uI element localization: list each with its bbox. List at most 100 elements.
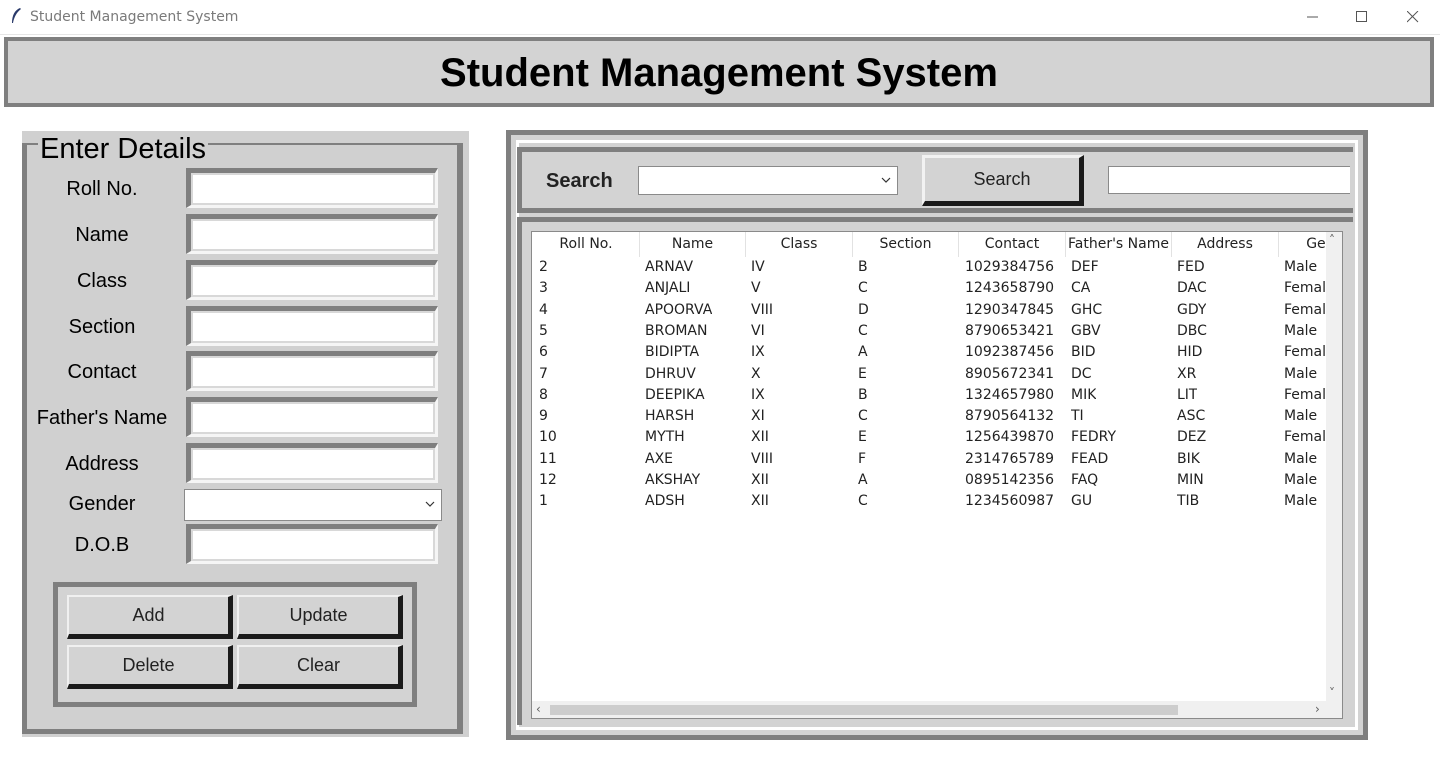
table-row[interactable]: 10 MYTH XII E 1256439870 FEDRY DEZ Female	[533, 427, 1327, 448]
table-cell: Female	[1284, 429, 1327, 446]
table-row[interactable]: 7 DHRUV X E 8905672341 DC XR Male	[533, 364, 1327, 385]
table-row[interactable]: 5 BROMAN VI C 8790653421 GBV DBC Male	[533, 321, 1327, 342]
table-cell: AKSHAY	[645, 472, 701, 488]
table-row[interactable]: 6 BIDIPTA IX A 1092387456 BID HID Female	[533, 342, 1327, 363]
table-cell: MIK	[1071, 386, 1097, 403]
table-cell: 0895142356	[965, 472, 1055, 488]
table-row[interactable]: 2 ARNAV IV B 1029384756 DEF FED Male	[533, 257, 1327, 278]
table-row[interactable]: 3 ANJALI V C 1243658790 CA DAC Female	[533, 278, 1327, 299]
table-row[interactable]: 1 ADSH XII C 1234560987 GU TIB Male	[533, 491, 1327, 512]
column-header-address[interactable]: Address	[1172, 232, 1279, 257]
table-row[interactable]: 9 HARSH XI C 8790564132 TI ASC Male	[533, 406, 1327, 427]
close-button[interactable]	[1390, 0, 1436, 34]
table-cell: AXE	[645, 450, 674, 467]
table-cell: VIII	[751, 301, 773, 318]
contact-label: Contact	[67, 361, 137, 383]
horizontal-scroll-thumb[interactable]	[550, 705, 1178, 715]
maximize-icon	[1356, 11, 1367, 22]
table-cell: VIII	[751, 450, 773, 467]
table-cell: XI	[751, 408, 765, 425]
table-cell: DHRUV	[645, 365, 696, 382]
column-header-fathers-name[interactable]: Father's Name	[1066, 232, 1172, 257]
scroll-up-icon[interactable]: ˄	[1329, 233, 1335, 247]
contact-input[interactable]	[186, 351, 438, 391]
gender-select[interactable]	[184, 489, 442, 521]
table-cell: 2314765789	[965, 450, 1055, 467]
student-table[interactable]: Roll No. Name Class Section Contact Fath…	[531, 231, 1343, 719]
chevron-down-icon	[425, 501, 435, 507]
column-header-gender[interactable]: Gender	[1279, 232, 1327, 257]
table-row[interactable]: 8 DEEPIKA IX B 1324657980 MIK LIT Female	[533, 385, 1327, 406]
table-row[interactable]: 12 AKSHAY XII A 0895142356 FAQ MIN Male	[533, 470, 1327, 491]
search-button[interactable]: Search	[922, 155, 1084, 206]
roll-no-label: Roll No.	[66, 178, 138, 200]
table-cell: LIT	[1177, 386, 1198, 403]
table-cell: FAQ	[1071, 472, 1099, 488]
section-label: Section	[68, 316, 136, 338]
add-button[interactable]: Add	[67, 595, 233, 639]
table-cell: XII	[751, 429, 769, 446]
delete-button[interactable]: Delete	[67, 645, 233, 689]
table-cell: D	[858, 301, 869, 318]
update-button[interactable]: Update	[237, 595, 403, 639]
table-row[interactable]: 11 AXE VIII F 2314765789 FEAD BIK Male	[533, 449, 1327, 470]
table-cell: Female	[1284, 386, 1327, 403]
window-title-bar: Student Management System	[0, 0, 1440, 35]
column-header-class[interactable]: Class	[746, 232, 853, 257]
table-cell: GHC	[1071, 301, 1103, 318]
scroll-down-icon[interactable]: ˅	[1329, 686, 1335, 700]
search-input[interactable]	[1108, 166, 1350, 194]
table-cell: XII	[751, 493, 769, 510]
scroll-left-icon[interactable]: ‹	[536, 702, 541, 716]
roll-no-input[interactable]	[186, 168, 438, 208]
table-cell: DEF	[1071, 259, 1099, 275]
details-legend: Enter Details	[38, 132, 209, 166]
table-cell: MYTH	[645, 429, 685, 446]
table-cell: GDY	[1177, 301, 1207, 318]
table-cell: CA	[1071, 280, 1091, 297]
table-cell: ANJALI	[645, 280, 691, 297]
address-label: Address	[65, 453, 139, 475]
table-cell: C	[858, 408, 868, 425]
scroll-right-icon[interactable]: ›	[1315, 702, 1320, 716]
address-input[interactable]	[186, 443, 438, 483]
column-header-section[interactable]: Section	[853, 232, 959, 257]
class-label: Class	[76, 270, 127, 292]
table-cell: B	[858, 386, 868, 403]
maximize-button[interactable]	[1339, 0, 1385, 34]
horizontal-scrollbar[interactable]: ‹ ›	[532, 701, 1342, 718]
table-cell: IX	[751, 344, 765, 361]
table-cell: 1	[539, 493, 548, 510]
table-cell: 12	[539, 472, 557, 488]
minimize-button[interactable]	[1290, 0, 1336, 34]
fathers-name-input[interactable]	[186, 397, 438, 437]
dob-label: D.O.B	[74, 534, 130, 556]
table-cell: 1290347845	[965, 301, 1055, 318]
gender-label: Gender	[68, 493, 136, 515]
table-cell: GU	[1071, 493, 1093, 510]
column-header-contact[interactable]: Contact	[959, 232, 1066, 257]
column-header-name[interactable]: Name	[640, 232, 746, 257]
window-title: Student Management System	[30, 9, 239, 25]
table-cell: Male	[1284, 365, 1318, 382]
search-by-select[interactable]	[638, 166, 898, 195]
clear-button[interactable]: Clear	[237, 645, 403, 689]
table-cell: HID	[1177, 344, 1203, 361]
table-cell: DEZ	[1177, 429, 1207, 446]
table-row[interactable]: 4 APOORVA VIII D 1290347845 GHC GDY Female	[533, 300, 1327, 321]
table-cell: TI	[1071, 408, 1084, 425]
table-cell: E	[858, 365, 867, 382]
table-cell: 10	[539, 429, 557, 446]
table-cell: Male	[1284, 472, 1318, 488]
class-input[interactable]	[186, 260, 438, 300]
table-cell: Male	[1284, 450, 1318, 467]
section-input[interactable]	[186, 306, 438, 346]
dob-input[interactable]	[186, 524, 438, 564]
table-cell: 8790653421	[965, 322, 1055, 339]
table-cell: BROMAN	[645, 322, 708, 339]
column-header-roll-no[interactable]: Roll No.	[533, 232, 640, 257]
name-input[interactable]	[186, 214, 438, 254]
table-cell: E	[858, 429, 867, 446]
vertical-scrollbar[interactable]: ˄ ˅	[1326, 232, 1342, 702]
table-cell: Female	[1284, 280, 1327, 297]
